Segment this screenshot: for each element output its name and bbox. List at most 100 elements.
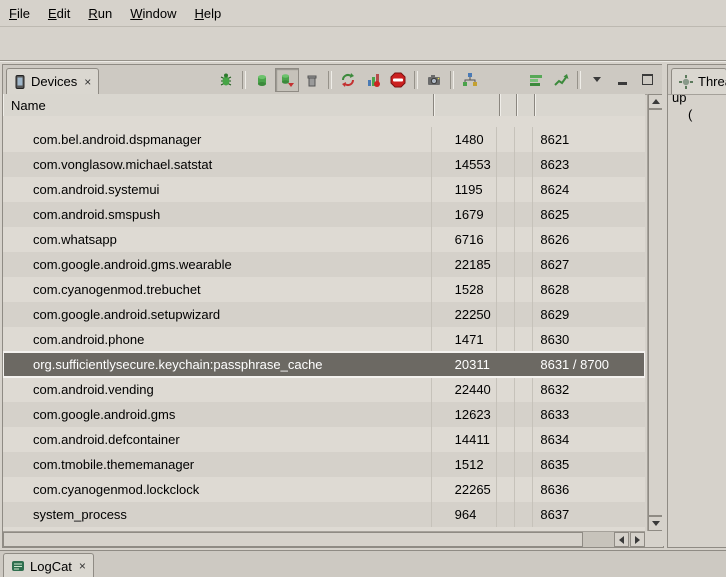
threads-icon: [679, 75, 693, 89]
screen-capture-button[interactable]: [422, 68, 446, 92]
process-port: 8621: [533, 127, 645, 152]
horizontal-scroll-thumb[interactable]: [3, 532, 583, 547]
tab-threads-label: Threads: [698, 74, 726, 89]
toolbar-separator: [577, 71, 581, 89]
view-menu-button[interactable]: [585, 68, 609, 92]
gl-trace-button[interactable]: [549, 68, 573, 92]
table-row[interactable]: com.vonglasow.michael.satstat 14553 8623: [3, 152, 645, 177]
table-row[interactable]: system_process 964 8637: [3, 502, 645, 527]
logcat-icon: [11, 559, 25, 573]
close-icon[interactable]: ×: [82, 75, 91, 89]
process-port: 8629: [533, 302, 645, 327]
empty-cell: [497, 127, 515, 152]
empty-cell: [515, 152, 533, 177]
process-name: com.vonglasow.michael.satstat: [3, 152, 432, 177]
debug-process-button[interactable]: [214, 68, 238, 92]
menu-help[interactable]: Help: [185, 2, 230, 25]
process-name: com.google.android.gms.wearable: [3, 252, 432, 277]
column-header-pid[interactable]: [434, 94, 500, 116]
minimize-icon: [618, 82, 627, 85]
process-port: 8634: [533, 427, 645, 452]
process-port: 8624: [533, 177, 645, 202]
process-port: 8635: [533, 452, 645, 477]
table-row[interactable]: com.android.phone 1471 8630: [3, 327, 645, 352]
menu-window[interactable]: Window: [121, 2, 185, 25]
vertical-scrollbar[interactable]: [647, 94, 663, 531]
start-method-profiling-button[interactable]: [361, 68, 385, 92]
scroll-down-button[interactable]: [648, 516, 663, 531]
close-icon[interactable]: ×: [77, 559, 86, 573]
stop-process-button[interactable]: [386, 68, 410, 92]
cause-gc-button[interactable]: [300, 68, 324, 92]
minimize-button[interactable]: [610, 68, 634, 92]
arrow-left-icon: [619, 536, 624, 544]
process-port: 8630: [533, 327, 645, 352]
column-header-empty[interactable]: [517, 94, 535, 116]
tab-logcat[interactable]: LogCat ×: [3, 553, 94, 577]
table-row[interactable]: com.android.vending 22440 8632: [3, 377, 645, 402]
systrace-icon: [528, 72, 544, 88]
table-row[interactable]: org.sufficientlysecure.keychain:passphra…: [3, 352, 645, 377]
update-heap-button[interactable]: [250, 68, 274, 92]
update-threads-button[interactable]: [336, 68, 360, 92]
empty-cell: [497, 327, 515, 352]
tab-threads[interactable]: Threads: [671, 68, 726, 94]
menu-run[interactable]: Run: [79, 2, 121, 25]
column-header-empty[interactable]: [500, 94, 518, 116]
process-pid: 964: [432, 502, 498, 527]
table-row[interactable]: com.bel.android.dspmanager 1480 8621: [3, 127, 645, 152]
scroll-right-button[interactable]: [630, 532, 645, 547]
table-row[interactable]: com.android.systemui 1195 8624: [3, 177, 645, 202]
process-name: com.cyanogenmod.lockclock: [3, 477, 432, 502]
process-port: 8632: [533, 377, 645, 402]
process-pid: 1528: [432, 277, 498, 302]
empty-cell: [515, 177, 533, 202]
column-header-name[interactable]: Name: [3, 94, 434, 116]
table-row[interactable]: com.android.smspush 1679 8625: [3, 202, 645, 227]
gl-trace-icon: [553, 72, 569, 88]
systrace-button[interactable]: [524, 68, 548, 92]
empty-cell: [497, 402, 515, 427]
table-row[interactable]: com.cyanogenmod.trebuchet 1528 8628: [3, 277, 645, 302]
process-port: 8633: [533, 402, 645, 427]
maximize-button[interactable]: [635, 68, 659, 92]
device-icon: [14, 75, 26, 89]
menu-bar: File Edit Run Window Help: [0, 0, 726, 27]
process-pid: 1480: [432, 127, 498, 152]
menu-file[interactable]: File: [0, 2, 39, 25]
process-port: 8628: [533, 277, 645, 302]
column-header-port[interactable]: [535, 94, 645, 116]
table-row[interactable]: com.whatsapp 6716 8626: [3, 227, 645, 252]
empty-cell: [497, 502, 515, 527]
table-row[interactable]: com.tmobile.thememanager 1512 8635: [3, 452, 645, 477]
table-row[interactable]: com.google.android.setupwizard 22250 862…: [3, 302, 645, 327]
tab-logcat-label: LogCat: [30, 559, 72, 574]
table-row[interactable]: com.cyanogenmod.lockclock 22265 8636: [3, 477, 645, 502]
scroll-up-button[interactable]: [648, 94, 663, 109]
scroll-left-button[interactable]: [614, 532, 629, 547]
vertical-scroll-thumb[interactable]: [648, 109, 663, 516]
stop-icon: [390, 72, 406, 88]
process-pid: 12623: [432, 402, 498, 427]
horizontal-scrollbar[interactable]: [3, 531, 645, 547]
table-row[interactable]: com.google.android.gms.wearable 22185 86…: [3, 252, 645, 277]
process-name: com.android.vending: [3, 377, 432, 402]
devices-toolbar: [214, 65, 663, 94]
table-row[interactable]: com.android.defcontainer 14411 8634: [3, 427, 645, 452]
dump-hprof-button[interactable]: [275, 68, 299, 92]
empty-cell: [515, 252, 533, 277]
process-name: com.google.android.setupwizard: [3, 302, 432, 327]
empty-cell: [515, 427, 533, 452]
tab-devices[interactable]: Devices ×: [6, 68, 99, 94]
process-name: com.android.smspush: [3, 202, 432, 227]
process-pid: 14411: [432, 427, 498, 452]
process-name: org.sufficientlysecure.keychain:passphra…: [3, 352, 432, 377]
menu-edit[interactable]: Edit: [39, 2, 79, 25]
toolbar-separator: [450, 71, 454, 89]
empty-cell: [515, 377, 533, 402]
table-row[interactable]: com.google.android.gms 12623 8633: [3, 402, 645, 427]
trash-icon: [304, 72, 320, 88]
process-pid: 22265: [432, 477, 498, 502]
process-pid: 20311: [432, 352, 498, 377]
dump-view-hierarchy-button[interactable]: [458, 68, 482, 92]
